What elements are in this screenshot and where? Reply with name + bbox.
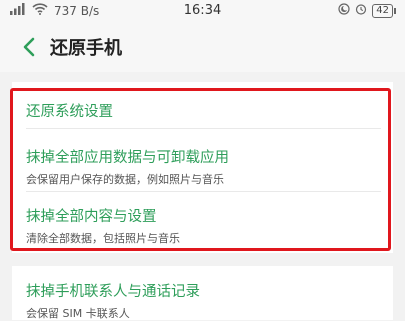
dnd-icon bbox=[338, 3, 350, 18]
status-right: 42 bbox=[338, 3, 396, 18]
option-subtitle: 会保留用户保存的数据，例如照片与音乐 bbox=[26, 173, 224, 186]
back-button[interactable] bbox=[18, 34, 42, 60]
battery-indicator: 42 bbox=[372, 3, 396, 18]
divider bbox=[26, 128, 381, 129]
option-title: 抹掉全部应用数据与可卸载应用 bbox=[26, 150, 229, 166]
page-title: 还原手机 bbox=[50, 38, 122, 59]
option-erase-app-data[interactable]: 抹掉全部应用数据与可卸载应用 会保留用户保存的数据，例如照片与音乐 bbox=[26, 146, 229, 187]
option-subtitle: 清除全部数据，包括照片与音乐 bbox=[26, 232, 180, 245]
option-subtitle: 会保留 SIM 卡联系人 bbox=[26, 307, 130, 320]
option-title: 还原系统设置 bbox=[26, 104, 113, 120]
page-header: 还原手机 bbox=[0, 22, 405, 72]
option-erase-all-content[interactable]: 抹掉全部内容与设置 清除全部数据，包括照片与音乐 bbox=[26, 205, 180, 246]
option-reset-system-settings[interactable]: 还原系统设置 bbox=[26, 100, 113, 121]
alarm-icon bbox=[355, 3, 367, 18]
option-title: 抹掉手机联系人与通话记录 bbox=[26, 284, 200, 300]
chevron-left-icon bbox=[23, 37, 35, 57]
option-erase-contacts[interactable]: 抹掉手机联系人与通话记录 会保留 SIM 卡联系人 bbox=[26, 280, 200, 321]
status-bar: 737 B/s 16:34 42 bbox=[0, 0, 405, 22]
option-title: 抹掉全部内容与设置 bbox=[26, 209, 157, 225]
divider bbox=[26, 191, 381, 192]
